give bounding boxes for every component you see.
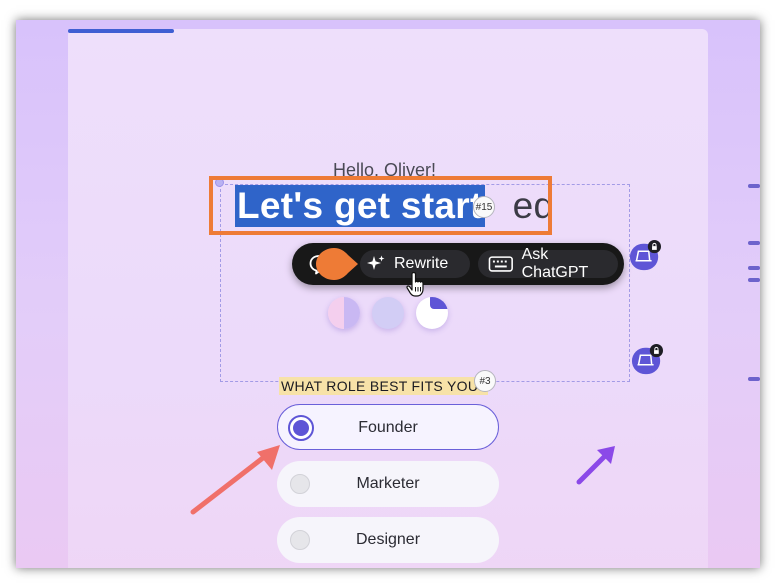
swatch-corner	[430, 297, 448, 309]
sparkle-icon	[367, 255, 385, 270]
option-marketer[interactable]: Marketer	[277, 461, 499, 507]
edge-marker	[748, 184, 760, 188]
editor-canvas: Hello, Oliver! Let's get start ed #15 Re…	[16, 20, 760, 568]
annotation-arrow-icon	[576, 446, 615, 485]
option-label: Marketer	[356, 475, 420, 492]
edge-marker	[748, 377, 760, 381]
rewrite-label: Rewrite	[394, 255, 449, 272]
edge-marker	[748, 266, 760, 270]
annotation-arrow-icon	[190, 445, 280, 515]
option-label: Designer	[355, 531, 421, 548]
cursor-marker	[316, 248, 358, 280]
progress-bar	[68, 29, 174, 33]
ask-chatgpt-label: Ask ChatGPT	[521, 246, 589, 281]
hand-cursor-icon	[406, 272, 424, 297]
color-swatch[interactable]	[328, 297, 360, 329]
option-founder[interactable]: Founder	[277, 404, 499, 450]
element-tag: #3	[474, 370, 496, 392]
color-swatch[interactable]	[372, 297, 404, 329]
option-designer[interactable]: Designer	[277, 517, 499, 563]
ask-chatgpt-button[interactable]: Ask ChatGPT	[478, 246, 618, 281]
highlight-box	[209, 176, 552, 235]
question-label: WHAT ROLE BEST FITS YOU?	[279, 377, 489, 395]
color-swatch[interactable]	[416, 297, 448, 329]
locked-element-badge[interactable]	[631, 344, 663, 376]
keyboard-icon	[488, 256, 513, 272]
edge-marker	[748, 278, 760, 282]
option-label: Founder	[358, 419, 418, 436]
element-tag: #15	[473, 196, 495, 218]
edge-marker	[748, 241, 760, 245]
locked-element-badge[interactable]	[629, 240, 661, 272]
